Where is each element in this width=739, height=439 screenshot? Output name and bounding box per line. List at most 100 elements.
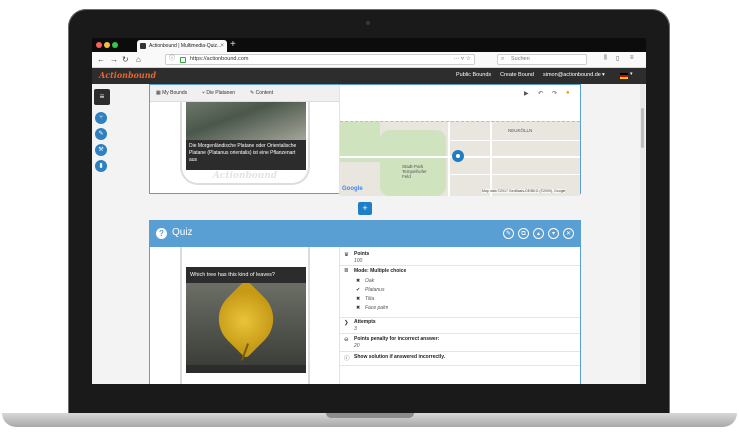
road (450, 174, 580, 175)
solution-label: Show solution if answered incorrectly. (354, 354, 446, 360)
wrench-icon[interactable]: ⚒ (95, 144, 107, 156)
points-label: Points (354, 251, 370, 257)
search-bar[interactable]: ⌕ Suchen (497, 54, 587, 65)
breadcrumb-toolbar: ▦ My Bounds ⑂ Die Platanen ✎ Content (150, 85, 340, 102)
minus-circle-icon: ⊖ (344, 337, 349, 343)
add-element-button[interactable]: + (358, 202, 372, 215)
move-up-icon[interactable]: ▴ (533, 228, 544, 239)
answer-text: Face palm (365, 305, 389, 311)
quiz-question: Which tree has this kind of leaves? (186, 267, 306, 283)
page-actions-icon[interactable]: ··· ▿ ☆ (453, 55, 471, 64)
redo-icon[interactable]: ↷ (552, 90, 557, 97)
solution-row: ⓘ Show solution if answered incorrectly. (340, 351, 580, 366)
side-menu-button[interactable]: ≡ (94, 89, 110, 105)
back-icon[interactable]: ← (97, 54, 105, 65)
points-row: ♛ Points 100 (340, 249, 580, 266)
map-label: Stadt-Park Tempelhofer Feld (402, 164, 427, 179)
scrollbar-thumb[interactable] (641, 108, 644, 148)
question-icon: ? (156, 228, 167, 239)
menu-create-bound[interactable]: Create Bound (500, 72, 534, 78)
leaf-photo (186, 283, 306, 365)
quiz-title: Quiz (172, 227, 193, 238)
park-area (380, 130, 446, 196)
trophy-icon: ♛ (344, 252, 349, 258)
location-pin-icon[interactable] (452, 150, 464, 162)
points-value: 100 (354, 258, 363, 264)
google-logo: Google (342, 186, 363, 192)
url-bar[interactable]: ⓘ https://actionbound.com ··· ▿ ☆ (165, 54, 475, 65)
camera (366, 21, 370, 25)
breadcrumb-content[interactable]: ✎ Content (250, 90, 273, 96)
answer-text: Oak (365, 278, 375, 284)
maximize-window-button[interactable] (112, 42, 118, 48)
road (490, 122, 492, 196)
menu-user-account[interactable]: simon@actionbound.de (543, 72, 601, 78)
play-icon[interactable]: ▶ (524, 90, 529, 97)
attempts-label: Attempts (354, 319, 376, 325)
help-icon[interactable]: ● (566, 90, 570, 96)
new-tab-icon[interactable]: + (230, 38, 236, 52)
minimize-window-button[interactable] (104, 42, 110, 48)
info-icon[interactable]: ⓘ (169, 55, 175, 64)
reload-icon[interactable]: ↻ (122, 54, 129, 65)
penalty-row: ⊖ Points penalty for incorrect answer: 2… (340, 333, 580, 352)
pencil-icon[interactable]: ✎ (95, 128, 107, 140)
app-header: Actionbound Public Bounds Create Bound s… (92, 68, 646, 84)
phone-watermark-logo: Actionbound (212, 171, 278, 181)
chevron-down-icon[interactable]: ▾ (602, 72, 605, 78)
home-icon[interactable]: ⌂ (136, 54, 141, 65)
location-map[interactable]: NEUKÖLLN Stadt-Park Tempelhofer Feld Goo… (340, 121, 580, 196)
undo-icon[interactable]: ↶ (538, 90, 543, 97)
language-caret-icon[interactable]: ▾ (630, 71, 633, 77)
screen: Actionbound | Multimedia-Quiz... × + ← →… (92, 38, 646, 384)
library-icon[interactable]: ⫼ (604, 55, 607, 62)
breadcrumb-my-bounds[interactable]: ▦ My Bounds (156, 90, 187, 96)
hamburger-menu-icon[interactable]: ≡ (630, 55, 634, 61)
search-input[interactable]: Suchen (511, 55, 530, 64)
stats-icon[interactable]: ▮ (95, 160, 107, 172)
wrong-answer-icon: ✖ (356, 296, 361, 302)
tab-title: Actionbound | Multimedia-Quiz... (149, 43, 222, 49)
road (448, 122, 450, 196)
search-icon: ⌕ (501, 56, 505, 62)
location-element-card: Die Morgenländische Platane oder Orienta… (149, 84, 581, 196)
info-circle-icon: ⓘ (344, 356, 350, 362)
lock-icon (180, 57, 186, 63)
browser-navbar: ← → ↻ ⌂ ⓘ https://actionbound.com ··· ▿ … (92, 52, 646, 68)
tree-icon[interactable]: ⑂ (95, 112, 107, 124)
quiz-phone-preview: Which tree has this kind of leaves? (180, 247, 310, 384)
browser-tab-bar: Actionbound | Multimedia-Quiz... × + (92, 38, 646, 52)
mode-row: ≣ Mode: Multiple choice ✖ Oak ✔ Platanus… (340, 265, 580, 318)
close-tab-icon[interactable]: × (220, 40, 224, 52)
move-down-icon[interactable]: ▾ (548, 228, 559, 239)
answer-text: Platanus (365, 287, 385, 293)
attempts-value: 3 (354, 326, 357, 332)
map-copyright: Map data ©2017 GeoBasis-DE/BKG (©2009), … (482, 189, 566, 193)
delete-icon[interactable]: ✕ (563, 228, 574, 239)
actionbound-logo[interactable]: Actionbound (99, 70, 156, 80)
wrong-answer-icon: ✖ (356, 278, 361, 284)
sidebar-icon[interactable]: ▯ (616, 55, 619, 62)
map-label: NEUKÖLLN (508, 128, 533, 133)
chevron-right-icon: ❯ (344, 320, 349, 326)
browser-tab[interactable]: Actionbound | Multimedia-Quiz... × (137, 40, 227, 52)
content-area: ≡ ⑂ ✎ ⚒ ▮ Die Morgenländische Platane od… (92, 84, 646, 384)
quiz-element-card: ? Quiz ✎ ⧉ ▴ ▾ ✕ Which tree has this kin… (149, 220, 581, 384)
menu-public-bounds[interactable]: Public Bounds (456, 72, 491, 78)
close-window-button[interactable] (96, 42, 102, 48)
attempts-row: ❯ Attempts 3 (340, 317, 580, 334)
answer-text: Tilia (365, 296, 375, 302)
forward-icon[interactable]: → (110, 54, 118, 65)
element-caption: Die Morgenländische Platane oder Orienta… (186, 140, 306, 170)
quiz-properties: ♛ Points 100 ≣ Mode: Multiple choice ✖ O… (340, 249, 580, 384)
copy-icon[interactable]: ⧉ (518, 228, 529, 239)
phone-bottom-bar (186, 365, 306, 373)
mode-label: Mode: Multiple choice (354, 268, 407, 274)
quiz-header: ? Quiz ✎ ⧉ ▴ ▾ ✕ (150, 221, 580, 247)
wrong-answer-icon: ✖ (356, 305, 361, 311)
list-icon: ≣ (344, 268, 349, 274)
edit-icon[interactable]: ✎ (503, 228, 514, 239)
german-flag-icon[interactable] (620, 73, 628, 79)
road (450, 140, 580, 141)
breadcrumb-bound[interactable]: ⑂ Die Platanen (202, 90, 235, 96)
